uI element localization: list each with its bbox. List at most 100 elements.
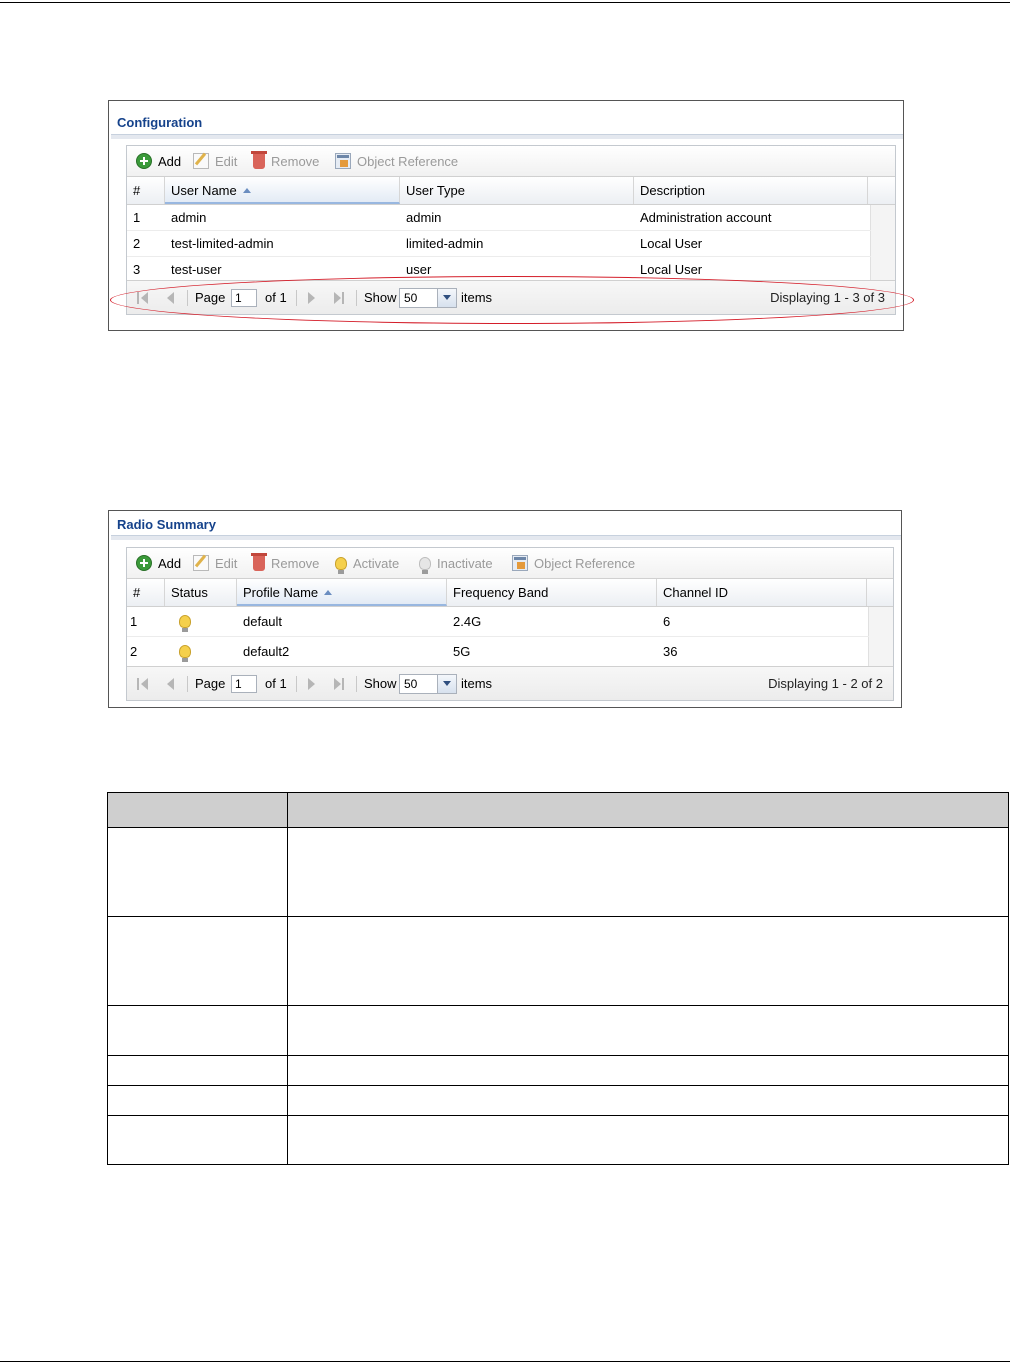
object-reference-button[interactable]: Object Reference xyxy=(512,554,635,572)
displaying-count: Displaying 1 - 3 of 3 xyxy=(770,290,885,305)
row-number: 3 xyxy=(133,261,141,277)
last-page-icon xyxy=(333,291,345,304)
channel-id-cell: 36 xyxy=(663,644,678,659)
panel-title: Configuration xyxy=(117,115,203,130)
last-page-button[interactable] xyxy=(333,667,345,700)
table-row xyxy=(107,1005,1009,1056)
page-number-field-wrap xyxy=(231,667,257,700)
remove-button[interactable]: Remove xyxy=(251,553,320,572)
edit-button[interactable]: Edit xyxy=(193,554,237,572)
add-icon xyxy=(136,153,152,169)
pager-separator xyxy=(356,290,357,306)
page-size-select[interactable]: 50 xyxy=(399,673,457,694)
lightbulb-icon xyxy=(335,556,347,574)
description-cell xyxy=(287,916,1009,1006)
pager-separator xyxy=(296,676,297,692)
next-page-button[interactable] xyxy=(307,281,319,314)
next-page-icon xyxy=(307,677,319,690)
row-number: 1 xyxy=(133,210,141,225)
description-cell: Local User xyxy=(640,261,703,277)
page-size-select[interactable]: 50 xyxy=(399,287,457,308)
radio-summary-panel: Radio Summary Add Edit Remove Activate I xyxy=(108,510,902,708)
page-count-label: of 1 xyxy=(265,290,287,305)
table-header: # User Name User Type Description xyxy=(127,177,895,205)
description-cell xyxy=(287,1055,1009,1086)
page-top-rule xyxy=(0,2,1010,3)
chevron-down-icon[interactable] xyxy=(437,674,456,693)
column-header-user-name[interactable]: User Name xyxy=(165,177,400,204)
page-number-field-wrap xyxy=(231,281,257,314)
page-bottom-rule xyxy=(0,1361,1010,1362)
items-label: items xyxy=(461,676,493,691)
object-reference-label: Object Reference xyxy=(534,555,636,571)
description-header-cell xyxy=(287,792,1009,828)
table-header-row xyxy=(107,792,1009,828)
page-number-input[interactable] xyxy=(231,288,257,307)
page-number-input[interactable] xyxy=(231,674,257,693)
displaying-count: Displaying 1 - 2 of 2 xyxy=(768,676,883,691)
page-size-select-wrap: 50 xyxy=(399,281,457,314)
first-page-button[interactable] xyxy=(137,281,149,314)
panel-title: Radio Summary xyxy=(117,517,216,532)
last-page-button[interactable] xyxy=(333,281,345,314)
show-label: Show xyxy=(364,676,397,691)
profile-name-cell: default2 xyxy=(243,644,290,659)
remove-button[interactable]: Remove xyxy=(251,151,319,170)
next-page-icon xyxy=(307,291,319,304)
previous-page-button[interactable] xyxy=(163,667,175,700)
inactivate-button[interactable]: Inactivate xyxy=(417,554,493,574)
scrollbar-track[interactable] xyxy=(870,205,895,281)
add-button[interactable]: Add xyxy=(136,152,181,170)
label-header-cell xyxy=(107,792,288,828)
previous-page-button[interactable] xyxy=(163,281,175,314)
pager-separator xyxy=(356,676,357,692)
object-reference-label: Object Reference xyxy=(357,153,459,169)
add-icon xyxy=(136,555,152,571)
last-page-icon xyxy=(333,677,345,690)
pager-separator xyxy=(296,290,297,306)
column-header-number[interactable]: # xyxy=(127,579,165,606)
table-row[interactable]: 1 admin admin Administration account xyxy=(127,205,871,231)
column-header-channel-id[interactable]: Channel ID xyxy=(657,579,867,606)
trash-icon xyxy=(251,151,267,169)
first-page-button[interactable] xyxy=(137,667,149,700)
label-cell xyxy=(107,1055,288,1086)
scrollbar-track[interactable] xyxy=(868,607,893,667)
remove-label: Remove xyxy=(271,555,320,571)
label-cell xyxy=(107,1005,288,1056)
configuration-panel: Configuration Add Edit Remove Object Ref… xyxy=(108,100,904,331)
table-row[interactable]: 2 test-limited-admin limited-admin Local… xyxy=(127,231,871,257)
column-header-frequency-band[interactable]: Frequency Band xyxy=(447,579,657,606)
first-page-icon xyxy=(137,291,149,304)
description-cell xyxy=(287,1115,1009,1165)
profile-name-cell: default xyxy=(243,614,283,629)
object-reference-button[interactable]: Object Reference xyxy=(335,152,458,170)
show-label: Show xyxy=(364,290,397,305)
lightbulb-icon[interactable] xyxy=(179,615,191,632)
column-header-user-type[interactable]: User Type xyxy=(400,177,634,204)
pager-separator xyxy=(187,676,188,692)
column-header-profile-name[interactable]: Profile Name xyxy=(237,579,447,606)
description-cell: Local User xyxy=(640,236,703,251)
column-header-status[interactable]: Status xyxy=(165,579,237,606)
table-row[interactable]: 2 default2 5G 36 xyxy=(127,637,869,666)
add-button[interactable]: Add xyxy=(136,554,181,572)
grid-toolbar: Add Edit Remove Activate Inactivate Obje… xyxy=(127,548,893,579)
activate-button[interactable]: Activate xyxy=(333,554,399,574)
table-row xyxy=(107,1085,1009,1116)
column-header-description[interactable]: Description xyxy=(634,177,868,204)
description-table xyxy=(107,792,1009,1165)
column-header-number[interactable]: # xyxy=(127,177,165,204)
edit-button[interactable]: Edit xyxy=(193,152,237,170)
user-name-cell: test-limited-admin xyxy=(171,236,274,251)
label-cell xyxy=(107,827,288,917)
user-type-cell: limited-admin xyxy=(406,236,484,251)
status-cell xyxy=(165,637,237,666)
chevron-down-icon[interactable] xyxy=(437,288,456,307)
table-row[interactable]: 3 test-user user Local User xyxy=(127,257,871,281)
table-row[interactable]: 1 default 2.4G 6 xyxy=(127,607,869,637)
next-page-button[interactable] xyxy=(307,667,319,700)
row-number: 2 xyxy=(133,236,141,251)
radio-grid: Add Edit Remove Activate Inactivate Obje… xyxy=(126,547,894,701)
lightbulb-icon[interactable] xyxy=(179,645,191,662)
